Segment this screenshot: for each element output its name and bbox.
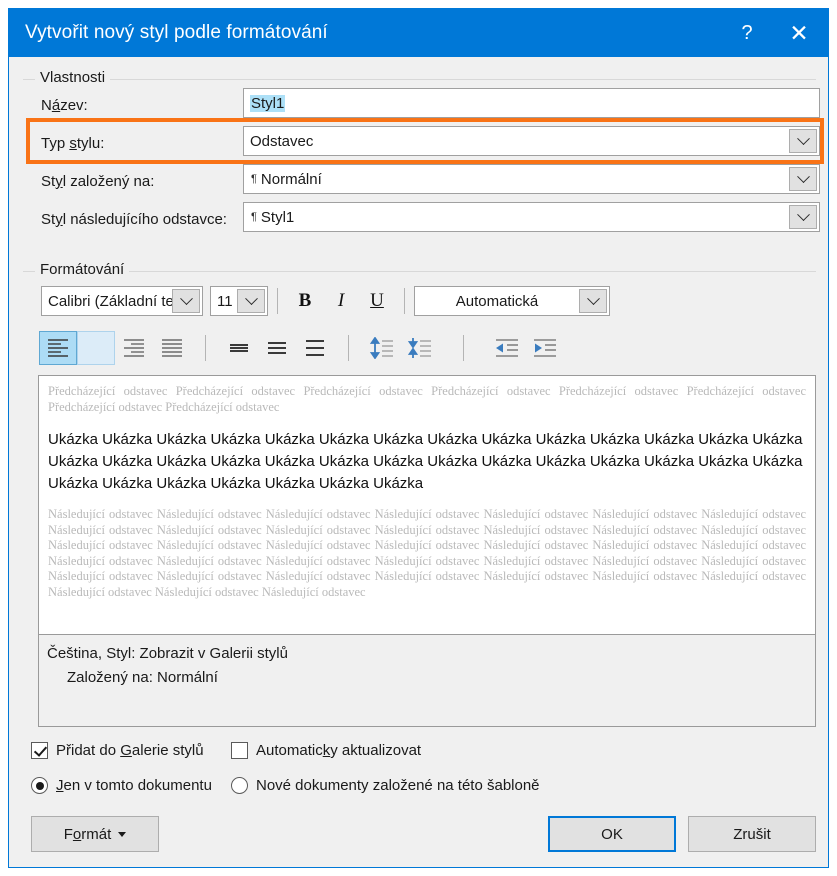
close-icon[interactable]: ✕ xyxy=(770,9,828,57)
preview-sample-text: Ukázka Ukázka Ukázka Ukázka Ukázka Ukázk… xyxy=(48,429,806,495)
pilcrow-icon: ¶ xyxy=(244,173,261,185)
align-justify-button[interactable] xyxy=(153,331,191,365)
remove-paragraph-space-button[interactable] xyxy=(401,331,439,365)
line-spacing-one-half-button[interactable] xyxy=(258,331,296,365)
radio-icon-new-documents[interactable] xyxy=(231,777,248,794)
next-style-label: Styl následujícího odstavce: xyxy=(41,211,227,228)
font-name-value: Calibri (Základní text xyxy=(42,293,172,310)
based-on-label: Styl založený na: xyxy=(41,173,154,190)
style-type-label: Typ stylu: xyxy=(41,135,104,152)
bold-button[interactable]: B xyxy=(287,285,323,317)
toolbar-separator-2 xyxy=(404,288,405,314)
font-name-chevron-down-icon[interactable] xyxy=(172,289,200,313)
increase-indent-button[interactable] xyxy=(526,331,564,365)
style-preview-pane: Předcházející odstavec Předcházející ods… xyxy=(38,375,816,635)
font-color-combobox[interactable]: Automatická xyxy=(414,286,610,316)
name-label: Název: xyxy=(41,97,88,114)
next-style-value: Styl1 xyxy=(261,209,789,226)
italic-button[interactable]: I xyxy=(323,285,359,317)
toolbar-separator-1 xyxy=(277,288,278,314)
font-toolbar-row: Calibri (Základní text 11 B I U Automati… xyxy=(41,285,610,317)
style-type-chevron-down-icon[interactable] xyxy=(789,129,817,153)
auto-update-checkbox[interactable]: Automaticky aktualizovat xyxy=(231,742,421,759)
format-button-label: Formát xyxy=(64,826,112,843)
checkbox-icon-gallery[interactable] xyxy=(31,742,48,759)
new-documents-radio[interactable]: Nové dokumenty založené na této šabloně xyxy=(231,777,540,794)
description-line-1: Čeština, Styl: Zobrazit v Galerii stylů xyxy=(47,642,807,666)
new-documents-label: Nové dokumenty založené na této šabloně xyxy=(256,777,540,794)
add-to-gallery-label: Přidat do Galerie stylů xyxy=(56,742,204,759)
cancel-button[interactable]: Zrušit xyxy=(688,816,816,852)
style-description-box: Čeština, Styl: Zobrazit v Galerii stylů … xyxy=(38,635,816,727)
toolbar-separator-5 xyxy=(463,335,464,361)
radio-icon-this-document[interactable] xyxy=(31,777,48,794)
based-on-chevron-down-icon[interactable] xyxy=(789,167,817,191)
line-spacing-single-button[interactable] xyxy=(220,331,258,365)
this-document-radio[interactable]: Jen v tomto dokumentu xyxy=(31,777,212,794)
properties-group-border xyxy=(23,79,816,80)
style-type-combobox[interactable]: Odstavec xyxy=(243,126,820,156)
dialog-title: Vytvořit nový styl podle formátování xyxy=(9,22,724,44)
add-paragraph-space-button[interactable] xyxy=(363,331,401,365)
formatting-group-border xyxy=(23,271,816,272)
based-on-value: Normální xyxy=(261,171,789,188)
font-size-value: 11 xyxy=(211,293,237,310)
description-line-2: Založený na: Normální xyxy=(47,666,807,690)
help-icon[interactable]: ? xyxy=(724,9,770,57)
font-color-chevron-down-icon[interactable] xyxy=(579,289,607,313)
font-size-combobox[interactable]: 11 xyxy=(210,286,268,316)
toolbar-separator-3 xyxy=(205,335,206,361)
caret-down-icon xyxy=(118,832,126,837)
dialog-title-bar: Vytvořit nový styl podle formátování ? ✕ xyxy=(9,9,828,57)
name-input[interactable]: Styl1 xyxy=(243,88,820,118)
font-name-combobox[interactable]: Calibri (Základní text xyxy=(41,286,203,316)
align-left-button[interactable] xyxy=(39,331,77,365)
align-center-button[interactable] xyxy=(77,331,115,365)
next-style-combobox[interactable]: ¶ Styl1 xyxy=(243,202,820,232)
create-new-style-dialog: Vytvořit nový styl podle formátování ? ✕… xyxy=(8,8,829,868)
toolbar-separator-4 xyxy=(348,335,349,361)
pilcrow-icon-next: ¶ xyxy=(244,211,261,223)
formatting-group-legend: Formátování xyxy=(35,261,129,278)
properties-group-legend: Vlastnosti xyxy=(35,69,110,86)
align-right-button[interactable] xyxy=(115,331,153,365)
format-button[interactable]: Formát xyxy=(31,816,159,852)
next-style-chevron-down-icon[interactable] xyxy=(789,205,817,229)
underline-button[interactable]: U xyxy=(359,285,395,317)
font-size-chevron-down-icon[interactable] xyxy=(237,289,265,313)
dialog-body: Vlastnosti Název: Styl1 Typ stylu: Odsta… xyxy=(9,57,828,867)
line-spacing-double-button[interactable] xyxy=(296,331,334,365)
auto-update-label: Automaticky aktualizovat xyxy=(256,742,421,759)
add-to-gallery-checkbox[interactable]: Přidat do Galerie stylů xyxy=(31,742,204,759)
name-input-value: Styl1 xyxy=(250,95,285,112)
checkbox-icon-autoupdate[interactable] xyxy=(231,742,248,759)
this-document-label: Jen v tomto dokumentu xyxy=(56,777,212,794)
font-color-value: Automatická xyxy=(415,293,579,310)
style-type-value: Odstavec xyxy=(244,133,789,150)
paragraph-toolbar-row xyxy=(39,331,564,365)
ok-button[interactable]: OK xyxy=(548,816,676,852)
based-on-combobox[interactable]: ¶ Normální xyxy=(243,164,820,194)
decrease-indent-button[interactable] xyxy=(488,331,526,365)
preview-preceding-text: Předcházející odstavec Předcházející ods… xyxy=(48,384,806,415)
preview-following-text: Následující odstavec Následující odstave… xyxy=(48,507,806,600)
